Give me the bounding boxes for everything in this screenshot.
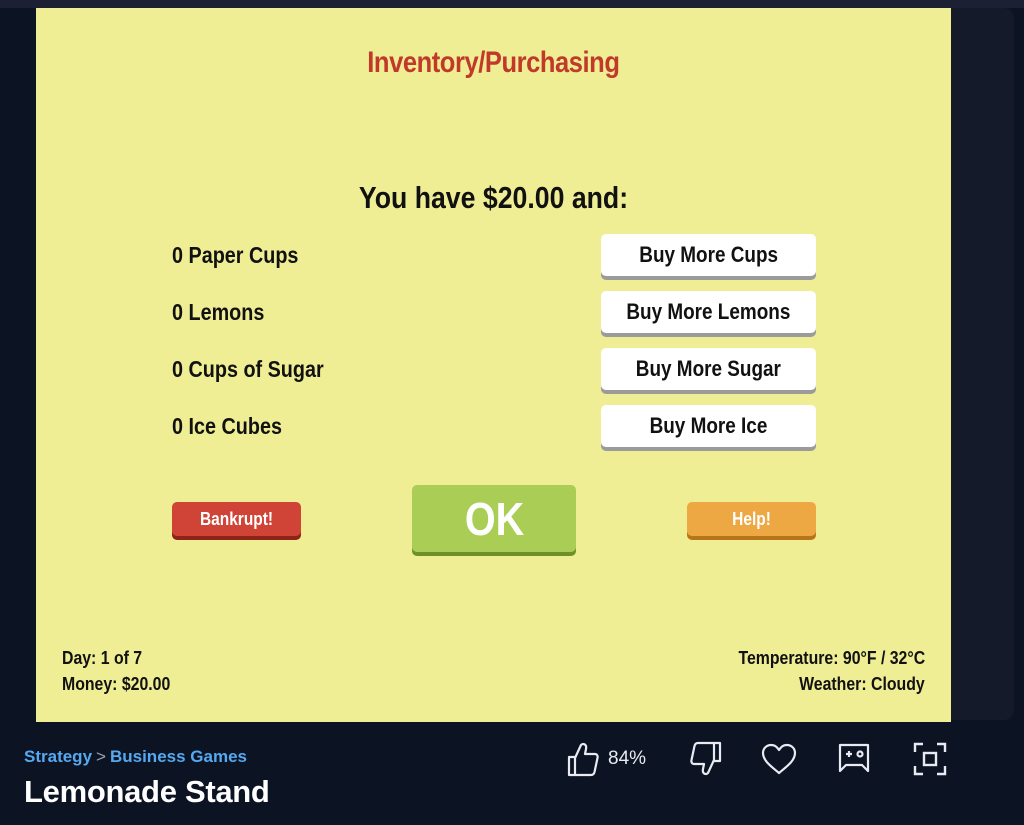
- buy-ice-button[interactable]: Buy More Ice: [601, 405, 816, 447]
- money-heading: You have $20.00 and:: [358, 180, 629, 215]
- ok-button[interactable]: OK: [412, 485, 576, 552]
- breadcrumb-separator: >: [96, 747, 106, 766]
- thumbs-down-icon: [689, 741, 723, 777]
- breadcrumb: Strategy > Business Games: [24, 747, 247, 767]
- fullscreen-icon: [912, 741, 948, 777]
- money-status: Money: $20.00: [62, 674, 171, 694]
- screen-title: Inventory/Purchasing: [367, 46, 620, 79]
- game-name: Lemonade Stand: [24, 774, 270, 809]
- day-counter: Day: 1 of 7: [62, 648, 143, 668]
- game-canvas[interactable]: Inventory/Purchasing You have $20.00 and…: [36, 8, 951, 722]
- breadcrumb-category-link[interactable]: Strategy: [24, 747, 92, 766]
- gamepad-button[interactable]: [836, 740, 872, 778]
- thumbs-up-icon: [566, 741, 600, 777]
- buy-cups-button[interactable]: Buy More Cups: [601, 234, 816, 276]
- fullscreen-button[interactable]: [912, 740, 948, 778]
- like-percentage: 84%: [608, 748, 647, 769]
- like-button[interactable]: 84%: [566, 740, 646, 778]
- weather-status: Weather: Cloudy: [799, 674, 925, 694]
- dislike-button[interactable]: [689, 740, 723, 778]
- buy-sugar-button[interactable]: Buy More Sugar: [601, 348, 816, 390]
- favorite-button[interactable]: [760, 740, 798, 778]
- heart-icon: [760, 742, 798, 776]
- help-button[interactable]: Help!: [687, 502, 816, 536]
- buy-lemons-button[interactable]: Buy More Lemons: [601, 291, 816, 333]
- inventory-cups: 0 Paper Cups: [172, 242, 299, 268]
- top-strip: [0, 0, 1024, 8]
- bankrupt-button[interactable]: Bankrupt!: [172, 502, 301, 536]
- inventory-ice: 0 Ice Cubes: [172, 413, 282, 439]
- inventory-lemons: 0 Lemons: [172, 299, 265, 325]
- inventory-sugar: 0 Cups of Sugar: [172, 356, 324, 382]
- temperature-status: Temperature: 90°F / 32°C: [738, 648, 925, 668]
- gamepad-icon: [836, 741, 872, 777]
- breadcrumb-subcategory-link[interactable]: Business Games: [110, 747, 247, 766]
- side-panel: [946, 8, 1014, 720]
